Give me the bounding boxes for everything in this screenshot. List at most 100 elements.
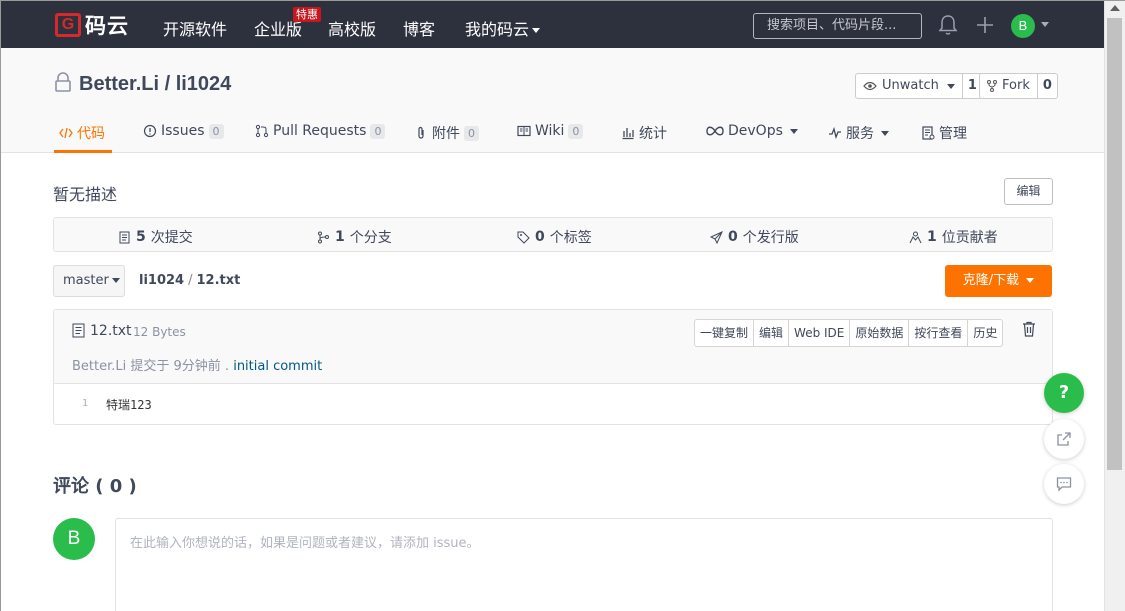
fork-icon xyxy=(987,80,997,92)
fork-button[interactable]: Fork xyxy=(980,74,1037,98)
watch-button-group: Unwatch 1 xyxy=(855,73,983,99)
wiki-count-badge: 0 xyxy=(568,123,584,139)
copy-all-button[interactable]: 一键复制 xyxy=(695,320,753,346)
trash-icon[interactable] xyxy=(1022,321,1036,337)
nav-my-gitee-label: 我的码云 xyxy=(465,20,530,39)
nav-blog[interactable]: 博客 xyxy=(403,16,435,40)
stat-contributors-label: 位贡献者 xyxy=(941,230,998,246)
vertical-scrollbar[interactable] xyxy=(1104,1,1125,611)
clone-download-label: 克隆/下载 xyxy=(962,273,1020,288)
file-last-commit: Better.Li 提交于 9分钟前 . initial commit xyxy=(72,355,322,374)
web-ide-button[interactable]: Web IDE xyxy=(788,320,849,346)
nav-open-source[interactable]: 开源软件 xyxy=(163,16,227,40)
search-input[interactable]: 搜索项目、代码片段... xyxy=(753,13,922,39)
branch-select[interactable]: master xyxy=(53,265,125,297)
repo-title[interactable]: Better.Li / li1024 xyxy=(79,73,231,96)
tab-issues-label: Issues xyxy=(161,123,205,139)
user-avatar[interactable]: B xyxy=(1011,14,1035,38)
raw-data-button[interactable]: 原始数据 xyxy=(849,320,908,346)
comments-title: 评论 ( 0 ) xyxy=(53,476,137,497)
nav-my-gitee[interactable]: 我的码云 xyxy=(465,16,541,40)
line-number: 1 xyxy=(82,398,89,409)
branch-name: master xyxy=(63,273,109,288)
bar-chart-icon xyxy=(622,128,634,140)
nav-education[interactable]: 高校版 xyxy=(328,16,376,40)
unwatch-label: Unwatch xyxy=(882,78,939,93)
tab-issues[interactable]: Issues 0 xyxy=(143,123,224,139)
enterprise-promo-badge: 特惠 xyxy=(293,7,321,22)
chevron-down-icon xyxy=(1026,278,1035,283)
chevron-down-icon xyxy=(111,278,120,283)
avatar-chevron-down-icon[interactable] xyxy=(1041,22,1049,27)
stat-releases-label: 个发行版 xyxy=(742,230,799,246)
tab-service-label: 服务 xyxy=(846,126,874,142)
scroll-up-arrow-icon[interactable] xyxy=(1110,5,1120,11)
breadcrumb-file[interactable]: 12.txt xyxy=(196,273,240,288)
edit-description-button[interactable]: 编辑 xyxy=(1004,178,1053,205)
feedback-button[interactable] xyxy=(1044,464,1084,504)
chevron-down-icon xyxy=(946,83,955,89)
fork-label: Fork xyxy=(1002,78,1030,93)
active-tab-indicator xyxy=(54,150,112,153)
gitee-logo[interactable]: G 码云 xyxy=(55,13,129,38)
comment-user-avatar: B xyxy=(53,518,95,560)
tab-manage-label: 管理 xyxy=(939,126,967,142)
stat-contributors-num: 1 xyxy=(927,229,937,245)
tag-icon xyxy=(517,231,530,244)
repo-stats-bar: 5 次提交 1 个分支 0 个标签 0 个发行版 1 位贡献者 xyxy=(53,217,1053,252)
stat-contributors[interactable]: 1 位贡献者 xyxy=(909,227,998,247)
share-icon xyxy=(1057,432,1071,446)
repo-description: 暂无描述 xyxy=(53,185,118,204)
history-button[interactable]: 历史 xyxy=(967,320,1002,346)
help-button[interactable]: ? xyxy=(1044,373,1084,413)
stat-branches[interactable]: 1 个分支 xyxy=(317,227,392,247)
tab-code[interactable]: 代码 xyxy=(59,123,105,143)
file-size: 12 Bytes xyxy=(133,325,186,339)
stat-tags[interactable]: 0 个标签 xyxy=(517,227,592,247)
tab-pull-requests[interactable]: Pull Requests 0 xyxy=(255,123,386,139)
fork-count[interactable]: 0 xyxy=(1036,74,1057,98)
tab-attachments-label: 附件 xyxy=(432,126,460,142)
pull-request-icon xyxy=(255,124,269,138)
clone-download-button[interactable]: 克隆/下载 xyxy=(945,265,1052,297)
repo-header: Better.Li / li1024 Unwatch 1 Fork 0 代码 I… xyxy=(1,48,1104,153)
fork-button-group: Fork 0 xyxy=(979,73,1058,99)
share-button[interactable] xyxy=(1044,419,1084,459)
tab-wiki[interactable]: Wiki 0 xyxy=(517,123,584,139)
stat-releases-num: 0 xyxy=(728,229,738,245)
commit-author[interactable]: Better.Li xyxy=(72,359,126,374)
bell-icon[interactable] xyxy=(938,14,958,36)
commit-doc-icon xyxy=(119,231,130,243)
tab-attachments[interactable]: 附件 0 xyxy=(414,123,479,143)
tab-code-label: 代码 xyxy=(77,126,105,142)
book-icon xyxy=(517,125,531,137)
unwatch-button[interactable]: Unwatch xyxy=(856,74,962,98)
chevron-down-icon xyxy=(789,128,798,134)
chevron-down-icon xyxy=(532,28,541,33)
code-icon xyxy=(59,127,73,139)
tab-service[interactable]: 服务 xyxy=(828,123,889,143)
tab-manage[interactable]: 管理 xyxy=(921,123,967,143)
infinity-icon xyxy=(706,126,724,136)
breadcrumb-repo[interactable]: li1024 xyxy=(139,273,184,288)
file-icon xyxy=(72,323,85,338)
stat-commits-label: 次提交 xyxy=(150,230,193,246)
tab-statistics[interactable]: 统计 xyxy=(621,123,667,143)
chevron-down-icon xyxy=(881,130,889,136)
attachments-count-badge: 0 xyxy=(464,125,479,141)
blame-button[interactable]: 按行查看 xyxy=(908,320,967,346)
stat-commits-num: 5 xyxy=(136,229,146,245)
send-icon xyxy=(710,230,723,244)
breadcrumb: li1024 /12.txt xyxy=(139,273,240,288)
stat-releases[interactable]: 0 个发行版 xyxy=(710,227,799,247)
scrollbar-thumb[interactable] xyxy=(1107,18,1122,470)
plus-icon[interactable] xyxy=(975,15,995,35)
tab-devops[interactable]: DevOps xyxy=(706,123,798,139)
commit-message-link[interactable]: initial commit xyxy=(233,359,322,374)
comment-textarea[interactable]: 在此输入你想说的话，如果是问题或者建议，请添加 issue。 xyxy=(115,518,1053,611)
file-viewer: 12.txt 12 Bytes Better.Li 提交于 9分钟前 . ini… xyxy=(53,309,1053,425)
edit-file-button[interactable]: 编辑 xyxy=(753,320,788,346)
code-line: 1 特瑞123 xyxy=(54,396,1052,414)
stat-commits[interactable]: 5 次提交 xyxy=(118,227,193,247)
breadcrumb-separator: / xyxy=(188,273,193,288)
